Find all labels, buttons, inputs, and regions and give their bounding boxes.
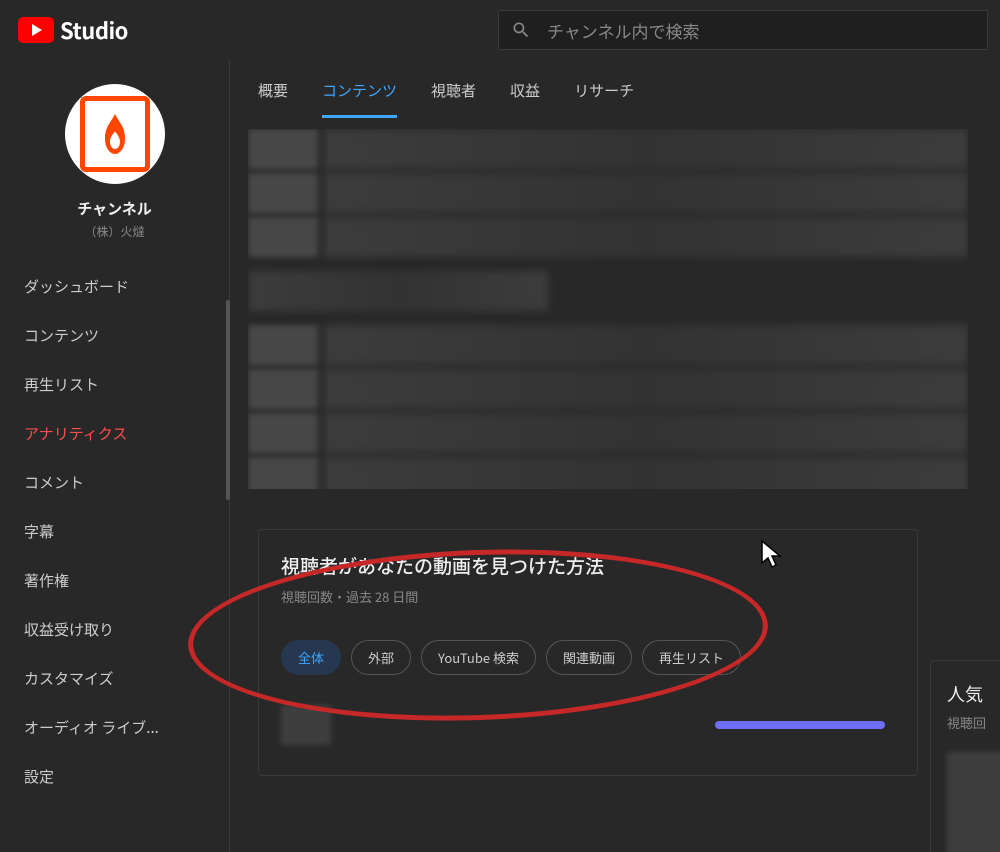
chip-playlist[interactable]: 再生リスト <box>642 640 741 675</box>
chart-label-blurred <box>281 705 331 745</box>
popular-blurred <box>947 752 1000 852</box>
sidebar: チャンネル （株）火燵 ダッシュボード コンテンツ 再生リスト アナリティクス … <box>0 60 230 852</box>
main-content: 概要 コンテンツ 視聴者 収益 リサーチ 視聴者があなたの動画を見つけた方法 視… <box>230 60 1000 852</box>
channel-avatar-section: チャンネル （株）火燵 <box>0 70 229 262</box>
sidebar-item-dashboard[interactable]: ダッシュボード <box>0 262 229 311</box>
search-placeholder: チャンネル内で検索 <box>547 18 700 43</box>
card-subtitle: 視聴回数・過去 28 日間 <box>281 587 895 606</box>
logo-text: Studio <box>60 14 128 46</box>
youtube-studio-logo[interactable]: Studio <box>18 14 128 46</box>
topbar: Studio チャンネル内で検索 <box>0 0 1000 60</box>
sidebar-item-copyright[interactable]: 著作権 <box>0 556 229 605</box>
youtube-icon <box>18 17 54 43</box>
search-input[interactable]: チャンネル内で検索 <box>498 10 988 50</box>
chart-bar <box>715 721 885 729</box>
sidebar-item-customize[interactable]: カスタマイズ <box>0 654 229 703</box>
chip-external[interactable]: 外部 <box>351 640 411 675</box>
chip-all[interactable]: 全体 <box>281 640 341 675</box>
tab-research[interactable]: リサーチ <box>574 80 634 118</box>
tab-revenue[interactable]: 収益 <box>510 80 540 118</box>
chip-related[interactable]: 関連動画 <box>546 640 632 675</box>
analytics-tabs: 概要 コンテンツ 視聴者 収益 リサーチ <box>248 60 1000 119</box>
channel-name: （株）火燵 <box>84 223 144 240</box>
tab-audience[interactable]: 視聴者 <box>431 80 476 118</box>
card-chart-row <box>281 705 895 745</box>
sidebar-item-analytics[interactable]: アナリティクス <box>0 409 229 458</box>
card-title: 視聴者があなたの動画を見つけた方法 <box>281 552 895 579</box>
sidebar-item-audio-library[interactable]: オーディオ ライブ... <box>0 703 229 752</box>
sidebar-item-settings[interactable]: 設定 <box>0 752 229 801</box>
channel-avatar[interactable] <box>65 84 165 184</box>
sidebar-item-playlists[interactable]: 再生リスト <box>0 360 229 409</box>
sidebar-item-comments[interactable]: コメント <box>0 458 229 507</box>
tab-content[interactable]: コンテンツ <box>322 80 397 118</box>
channel-label: チャンネル <box>77 198 152 219</box>
flame-icon <box>100 114 130 154</box>
traffic-source-card: 視聴者があなたの動画を見つけた方法 視聴回数・過去 28 日間 全体 外部 Yo… <box>258 529 918 776</box>
sidebar-item-subtitles[interactable]: 字幕 <box>0 507 229 556</box>
popular-card: 人気 視聴回 <box>930 660 1000 852</box>
chip-row: 全体 外部 YouTube 検索 関連動画 再生リスト <box>281 640 895 675</box>
popular-title: 人気 <box>947 681 1000 707</box>
search-icon <box>511 20 531 40</box>
chip-youtube-search[interactable]: YouTube 検索 <box>421 640 536 675</box>
tab-overview[interactable]: 概要 <box>258 80 288 118</box>
popular-subtitle: 視聴回 <box>947 713 1000 732</box>
sidebar-item-content[interactable]: コンテンツ <box>0 311 229 360</box>
sidebar-item-monetization[interactable]: 収益受け取り <box>0 605 229 654</box>
blurred-content-list <box>248 129 968 489</box>
